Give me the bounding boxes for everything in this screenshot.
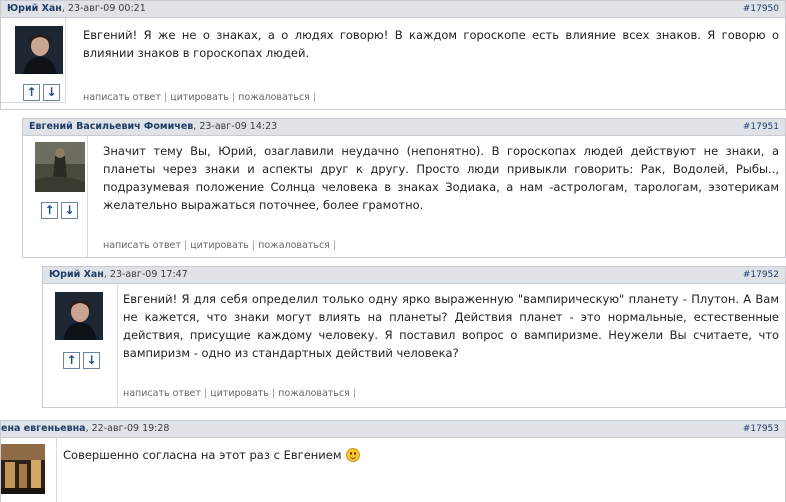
vote-buttons: ↑ ↓ [41, 202, 85, 220]
reply-link[interactable]: написать ответ [83, 92, 161, 103]
post-date: , 22-авг-09 19:28 [85, 423, 170, 434]
post-header: ена евгеньевна, 22-авг-09 19:28 #17953 [0, 420, 786, 438]
post-actions: написать ответ | цитировать | пожаловаться | [123, 388, 357, 399]
avatar-image [35, 142, 85, 192]
vote-buttons: ↑ ↓ [23, 84, 67, 102]
report-link[interactable]: пожаловаться [258, 240, 330, 251]
avatar[interactable] [15, 26, 63, 74]
avatar[interactable] [35, 142, 85, 192]
post-number[interactable]: #17952 [743, 267, 779, 283]
vote-down-icon[interactable]: ↓ [61, 202, 78, 219]
reply-link[interactable]: написать ответ [123, 388, 201, 399]
author-name[interactable]: ена евгеньевна [1, 423, 86, 434]
post-body: ↑ ↓ Значит тему Вы, Юрий, озаглавили неу… [22, 136, 786, 258]
avatar-image [1, 444, 45, 494]
post: Евгений Васильевич Фомичев, 23-авг-09 14… [22, 118, 786, 258]
post-number[interactable]: #17953 [743, 421, 779, 437]
user-panel: ↑ ↓ [23, 136, 88, 257]
post-body: ↑ ↓ Евгений! Я для себя определил только… [42, 284, 786, 408]
avatar[interactable] [1, 444, 45, 494]
vote-up-icon[interactable]: ↑ [23, 84, 40, 101]
post-actions: написать ответ | цитировать | пожаловаться | [103, 240, 337, 251]
vote-buttons: ↑ ↓ [63, 352, 107, 370]
post-header: Евгений Васильевич Фомичев, 23-авг-09 14… [22, 118, 786, 136]
reply-link[interactable]: написать ответ [103, 240, 181, 251]
report-link[interactable]: пожаловаться [238, 92, 310, 103]
smiley-icon [345, 448, 360, 462]
post: Юрий Хан, 23-авг-09 00:21 #17950 ↑ ↓ Евг… [0, 0, 786, 110]
post-body: Совершенно согласна на этот раз с Евгени… [0, 438, 786, 502]
vote-up-icon[interactable]: ↑ [41, 202, 58, 219]
post-text: Евгений! Я же не о знаках, а о людях гов… [83, 28, 779, 60]
post-date: , 23-авг-09 17:47 [103, 269, 188, 280]
user-panel: ↑ ↓ [1, 18, 66, 103]
post-text: Совершенно согласна на этот раз с Евгени… [63, 446, 779, 464]
vote-up-icon[interactable]: ↑ [63, 352, 80, 369]
post-actions: написать ответ | цитировать | пожаловаться | [83, 92, 317, 103]
author-name[interactable]: Евгений Васильевич Фомичев [29, 121, 193, 132]
vote-down-icon[interactable]: ↓ [83, 352, 100, 369]
quote-link[interactable]: цитировать [210, 388, 269, 399]
user-panel: ↑ ↓ [43, 284, 118, 407]
user-panel [1, 438, 57, 502]
author-name[interactable]: Юрий Хан [49, 269, 104, 280]
avatar[interactable] [55, 292, 103, 340]
post-text: Значит тему Вы, Юрий, озаглавили неудачн… [103, 144, 779, 212]
post-date: , 23-авг-09 14:23 [193, 121, 278, 132]
post-number[interactable]: #17951 [743, 119, 779, 135]
post: ена евгеньевна, 22-авг-09 19:28 #17953 С… [0, 420, 786, 502]
author-name[interactable]: Юрий Хан [7, 3, 62, 14]
post-header: Юрий Хан, 23-авг-09 00:21 #17950 [0, 0, 786, 18]
post: Юрий Хан, 23-авг-09 17:47 #17952 ↑ ↓ Евг… [42, 266, 786, 408]
avatar-image [55, 292, 103, 340]
post-text: Евгений! Я для себя определил только одн… [123, 292, 779, 360]
report-link[interactable]: пожаловаться [278, 388, 350, 399]
post-header: Юрий Хан, 23-авг-09 17:47 #17952 [42, 266, 786, 284]
avatar-image [15, 26, 63, 74]
quote-link[interactable]: цитировать [170, 92, 229, 103]
vote-down-icon[interactable]: ↓ [43, 84, 60, 101]
post-number[interactable]: #17950 [743, 1, 779, 17]
post-body: ↑ ↓ Евгений! Я же не о знаках, а о людях… [0, 18, 786, 110]
quote-link[interactable]: цитировать [190, 240, 249, 251]
post-date: , 23-авг-09 00:21 [61, 3, 146, 14]
